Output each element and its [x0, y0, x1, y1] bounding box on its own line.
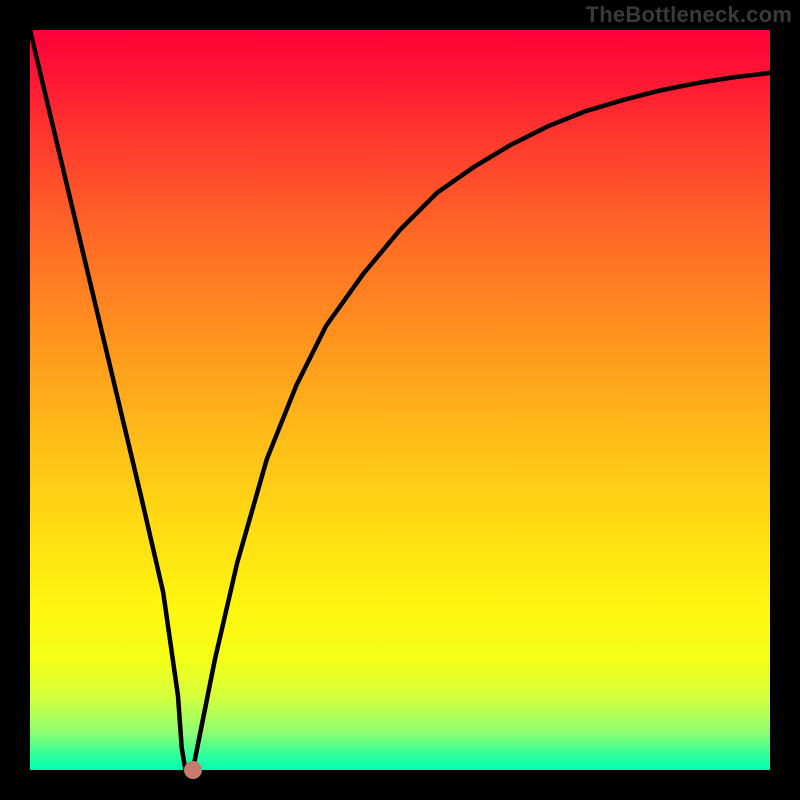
minimum-marker: [184, 761, 202, 779]
plot-area: [30, 30, 770, 770]
watermark-text: TheBottleneck.com: [586, 2, 792, 28]
chart-frame: TheBottleneck.com: [0, 0, 800, 800]
curve-path: [30, 30, 770, 770]
bottleneck-curve: [30, 30, 770, 770]
